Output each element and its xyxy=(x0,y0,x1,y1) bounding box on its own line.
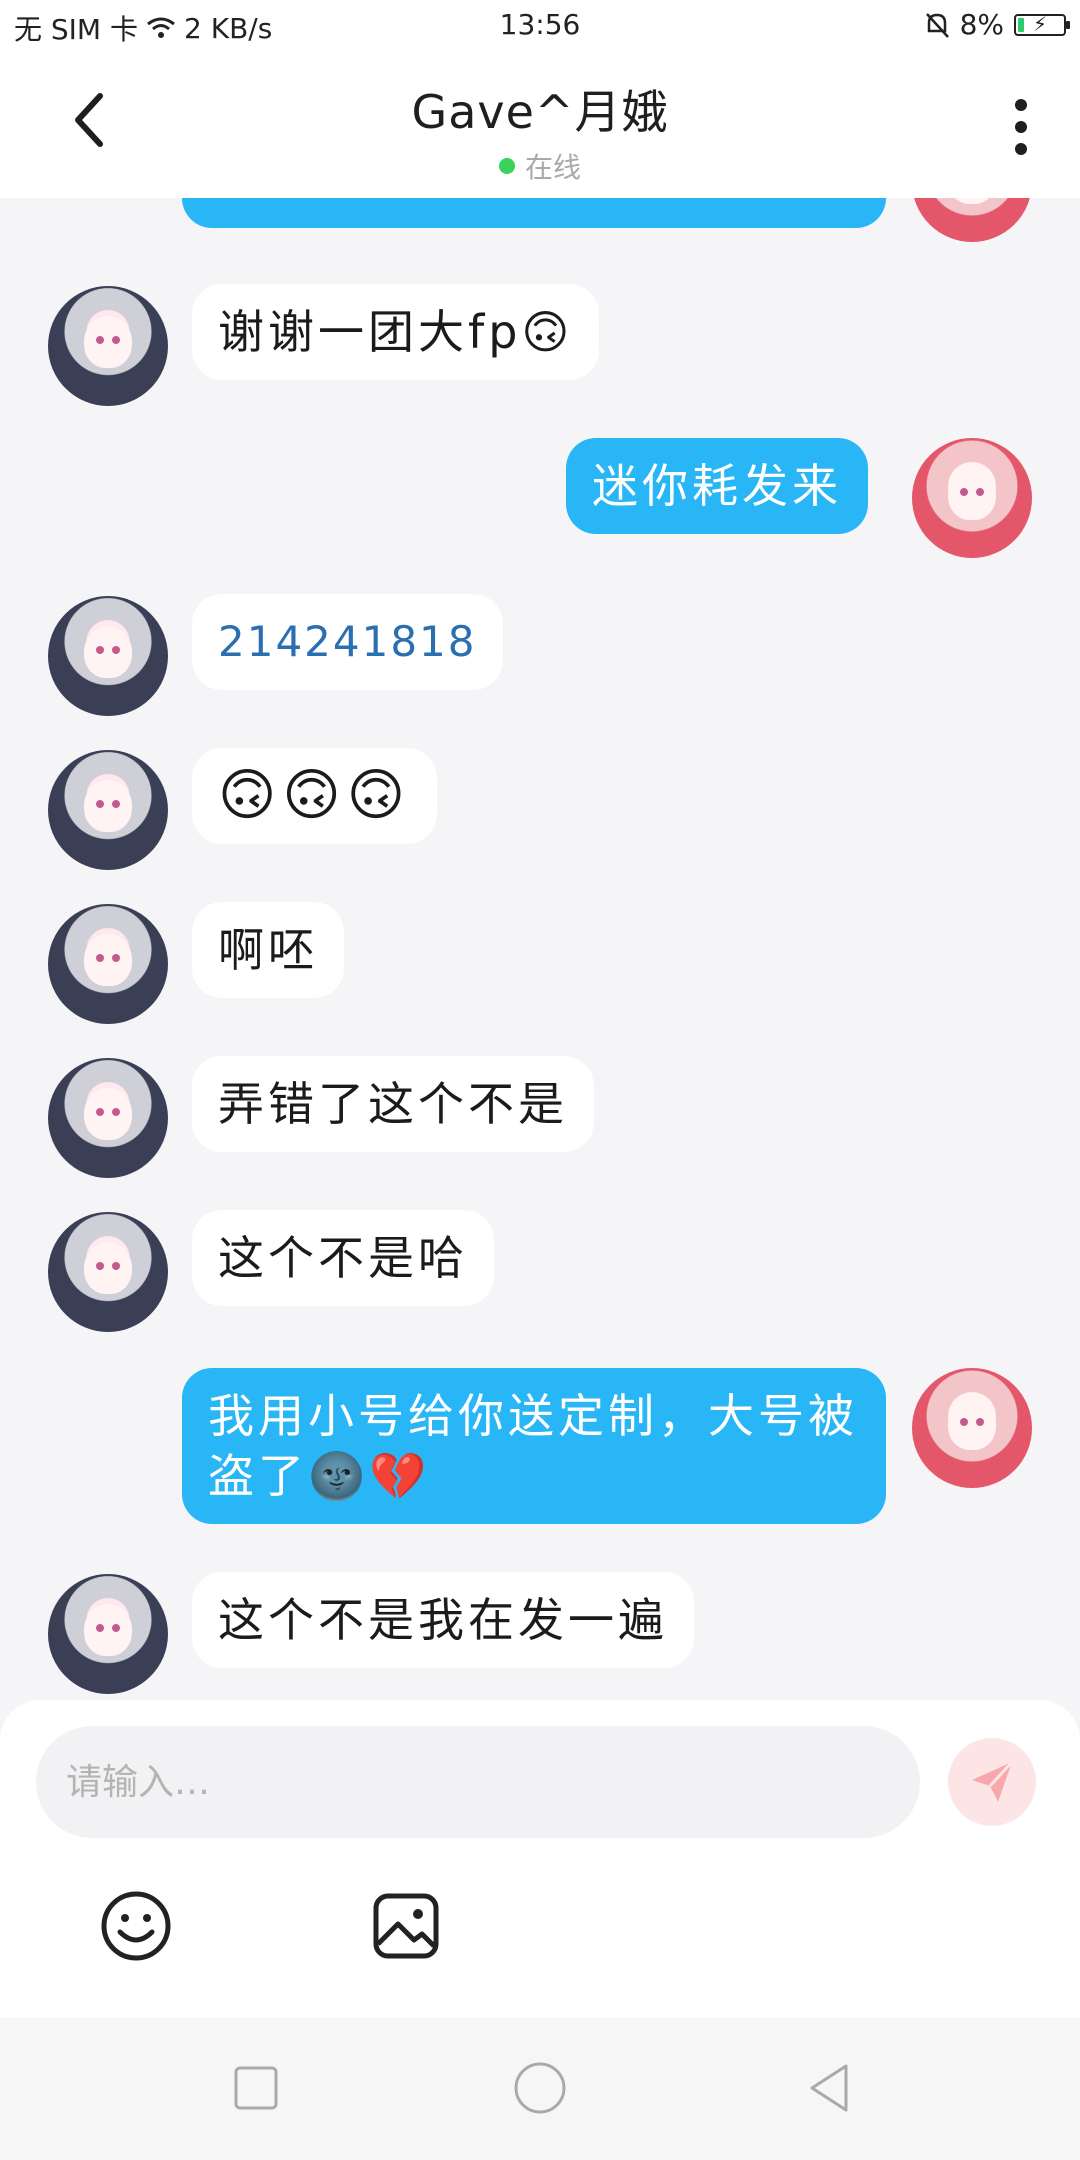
title-wrap: Gave^月娥 在线 xyxy=(0,76,1080,186)
message-bubble[interactable]: 谢谢一团大fp🙃 xyxy=(192,284,600,380)
message-bubble[interactable]: 214241818 xyxy=(192,594,503,690)
battery-percent: 8% xyxy=(959,8,1004,41)
avatar-other[interactable] xyxy=(48,1058,168,1178)
avatar-other[interactable] xyxy=(48,596,168,716)
message-bubble-partial[interactable] xyxy=(182,198,886,228)
chat-header: Gave^月娥 在线 xyxy=(0,52,1080,198)
emoji-button[interactable] xyxy=(98,1888,174,1964)
system-nav-bar xyxy=(0,2018,1080,2160)
bell-off-icon xyxy=(925,12,949,38)
recents-button[interactable] xyxy=(226,2058,286,2118)
home-button[interactable] xyxy=(510,2058,570,2118)
message-bubble[interactable]: 迷你耗发来 xyxy=(566,438,868,534)
message-bubble[interactable]: 🙃🙃🙃 xyxy=(192,748,438,844)
send-button[interactable] xyxy=(948,1738,1036,1826)
status-bar: 无 SIM 卡 2 KB/s 13:56 8% ⚡ xyxy=(0,0,1080,52)
online-dot xyxy=(498,158,515,174)
online-status: 在线 xyxy=(0,146,1080,186)
avatar-self[interactable] xyxy=(912,1368,1032,1488)
avatar-other[interactable] xyxy=(48,750,168,870)
online-label: 在线 xyxy=(524,151,581,184)
smiley-icon xyxy=(101,1891,171,1961)
avatar-self[interactable] xyxy=(912,198,1032,242)
avatar-other[interactable] xyxy=(48,1574,168,1694)
avatar-other[interactable] xyxy=(48,286,168,406)
message-list[interactable]: 谢谢一团大fp🙃 迷你耗发来 214241818 🙃🙃🙃 啊呸 弄错了这个不是 xyxy=(0,198,1080,1700)
circle-icon xyxy=(514,2062,566,2114)
image-icon xyxy=(373,1893,439,1959)
battery-icon: ⚡ xyxy=(1014,12,1070,36)
square-icon xyxy=(234,2066,278,2110)
avatar-self[interactable] xyxy=(912,438,1032,558)
message-bubble[interactable]: 这个不是我在发一遍 xyxy=(192,1572,694,1668)
image-button[interactable] xyxy=(368,1888,444,1964)
system-back-button[interactable] xyxy=(800,2058,860,2118)
status-right: 8% ⚡ xyxy=(924,8,1070,41)
message-input[interactable] xyxy=(36,1726,920,1838)
triangle-back-icon xyxy=(810,2064,848,2112)
message-bubble[interactable]: 我用小号给你送定制，大号被盗了🌚💔 xyxy=(182,1368,886,1524)
more-button[interactable] xyxy=(1006,97,1036,157)
avatar-other[interactable] xyxy=(48,904,168,1024)
message-bubble[interactable]: 弄错了这个不是 xyxy=(192,1056,594,1152)
chat-screen: 无 SIM 卡 2 KB/s 13:56 8% ⚡ Gave^月娥 在线 谢谢一… xyxy=(0,0,1080,2160)
chat-title: Gave^月娥 xyxy=(411,85,669,139)
input-panel xyxy=(0,1700,1080,2018)
more-vertical-icon xyxy=(1015,99,1027,155)
send-icon xyxy=(972,1760,1014,1802)
message-bubble[interactable]: 啊呸 xyxy=(192,902,344,998)
clock: 13:56 xyxy=(499,8,581,41)
message-bubble[interactable]: 这个不是哈 xyxy=(192,1210,494,1306)
avatar-other[interactable] xyxy=(48,1212,168,1332)
